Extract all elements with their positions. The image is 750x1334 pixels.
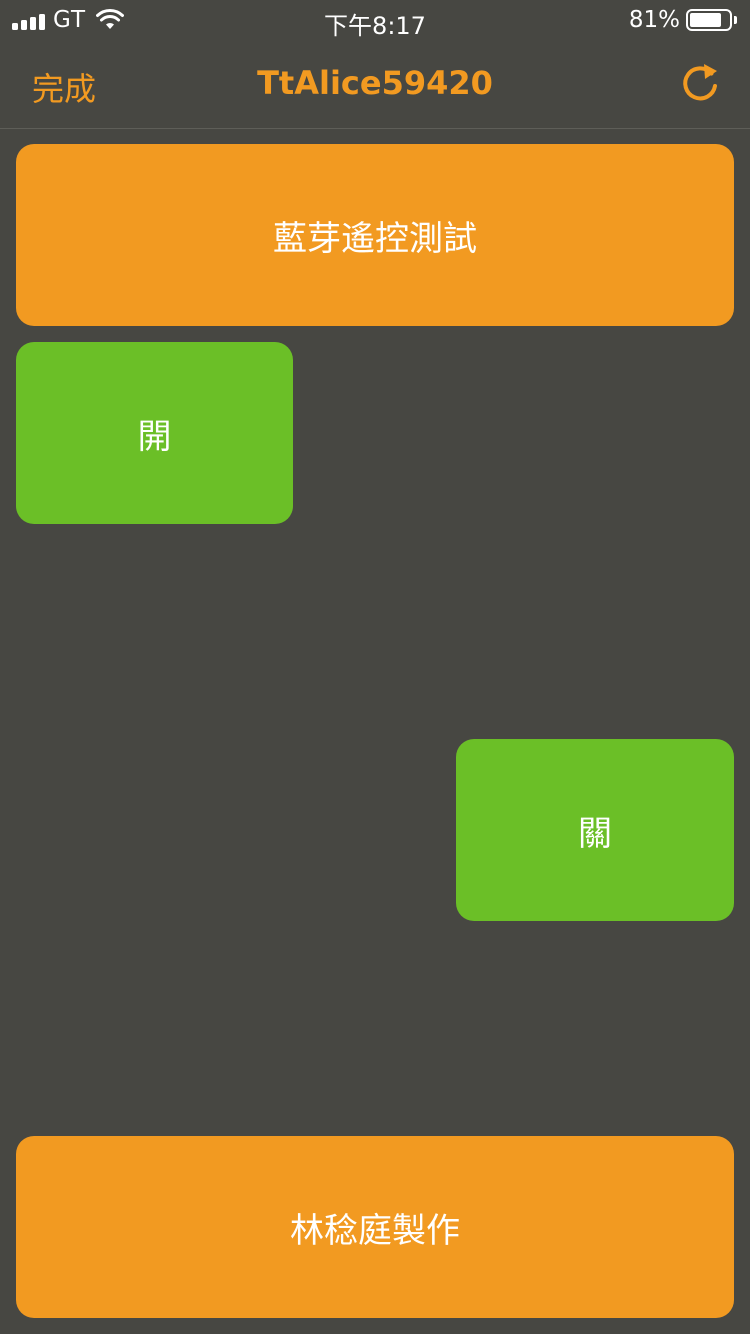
nav-title: TtAlice59420: [257, 64, 493, 102]
battery-icon: [686, 9, 732, 31]
refresh-icon[interactable]: [676, 60, 724, 108]
battery-percent: 81%: [628, 7, 680, 33]
navigation-bar: 完成 TtAlice59420: [0, 40, 750, 129]
battery-level: [690, 13, 721, 27]
done-button[interactable]: 完成: [32, 64, 96, 110]
status-bar: GT 下午8:17 81%: [0, 0, 750, 40]
on-button[interactable]: 開: [16, 342, 293, 524]
off-button[interactable]: 關: [456, 739, 734, 921]
bluetooth-remote-test-button[interactable]: 藍芽遙控測試: [16, 144, 734, 326]
battery-tip: [734, 16, 737, 24]
credit-button[interactable]: 林稔庭製作: [16, 1136, 734, 1318]
